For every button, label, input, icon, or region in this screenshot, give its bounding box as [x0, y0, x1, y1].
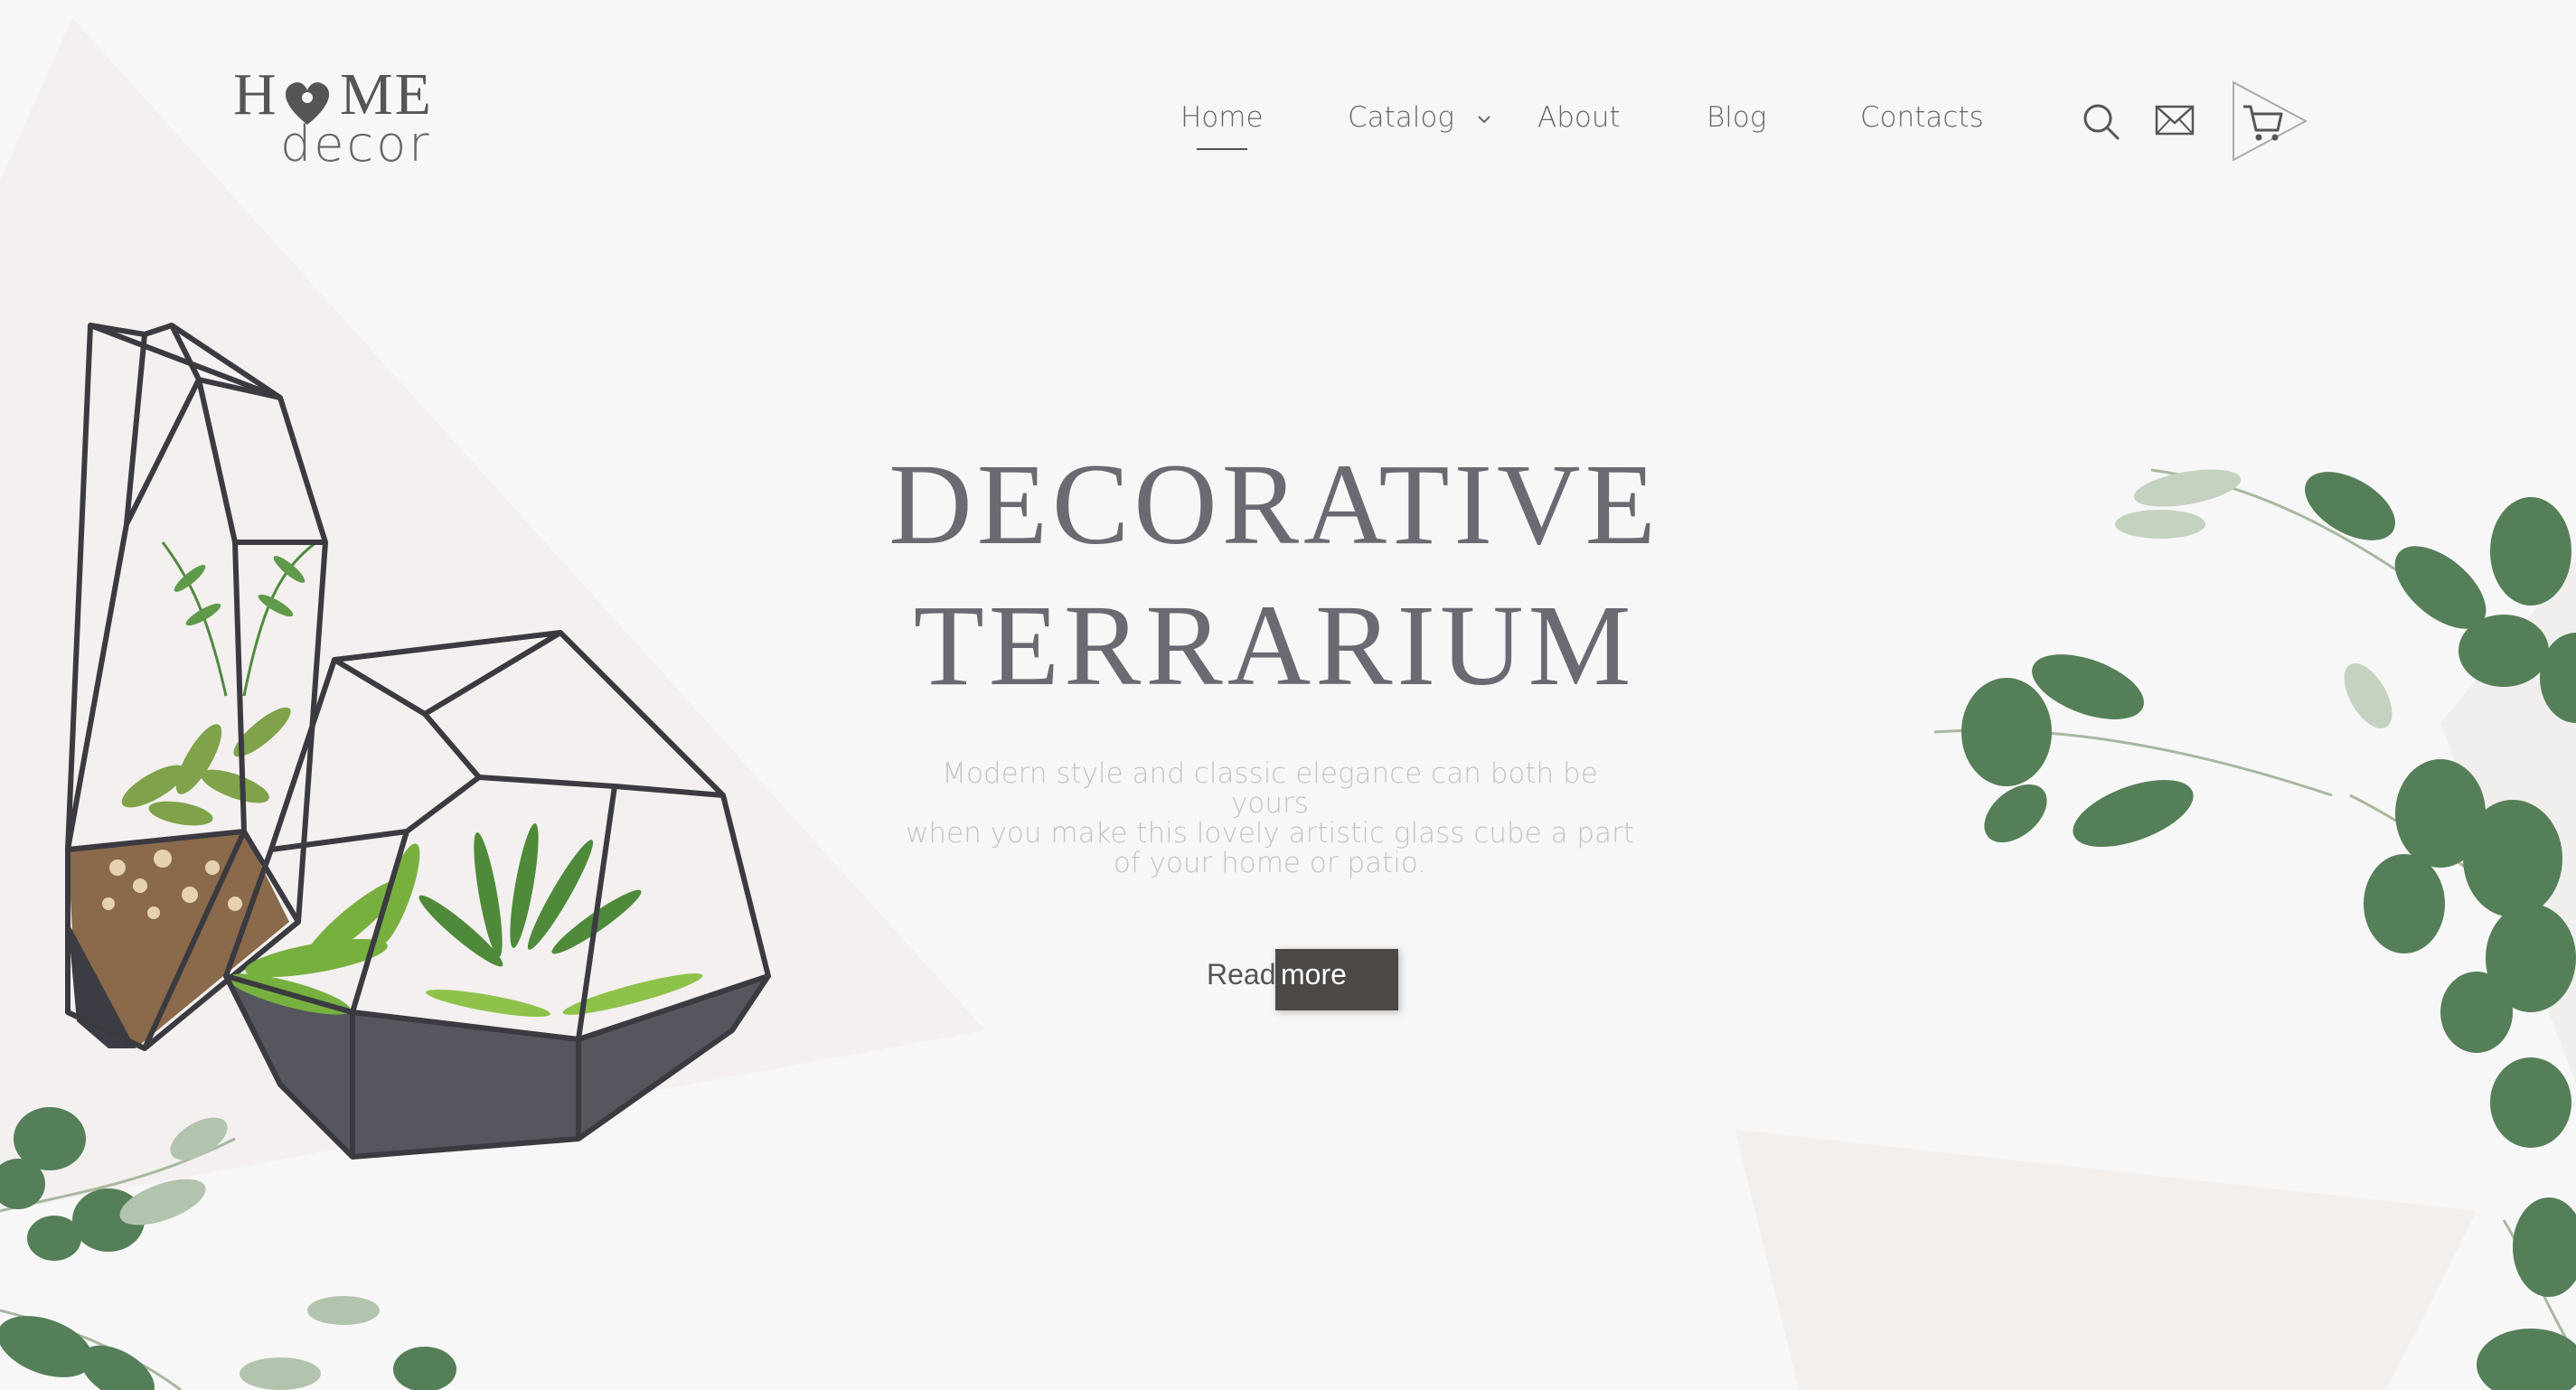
logo-letter-h: H — [233, 61, 278, 127]
nav-home-label: Home — [1180, 101, 1264, 134]
hero-title-line2: TERRARIUM — [913, 581, 1636, 709]
nav-contacts[interactable]: Contacts — [1860, 90, 1984, 145]
mail-icon[interactable] — [2155, 105, 2195, 136]
read-more-label-more: more — [1281, 958, 1347, 991]
hero-subtitle: Modern style and classic elegance can bo… — [904, 759, 1636, 878]
hero-subtitle-line3: of your home or patio. — [1113, 847, 1427, 879]
nav-home[interactable]: Home — [1180, 90, 1264, 150]
nav-about-label: About — [1537, 101, 1621, 134]
search-icon[interactable] — [2081, 101, 2122, 143]
nav-catalog[interactable]: Catalog — [1348, 90, 1492, 145]
page: H ME decor Home Catalog About Blog Conta… — [0, 0, 2576, 1390]
nav-contacts-label: Contacts — [1860, 101, 1984, 134]
terrarium-image — [65, 323, 771, 1160]
nav-blog[interactable]: Blog — [1706, 90, 1766, 145]
hero-subtitle-line1: Modern style and classic elegance can bo… — [942, 757, 1598, 820]
nav-blog-label: Blog — [1706, 101, 1767, 134]
logo[interactable]: H ME decor — [233, 65, 441, 174]
chevron-down-icon — [1478, 115, 1490, 123]
nav-about[interactable]: About — [1537, 90, 1621, 145]
nav-catalog-label: Catalog — [1348, 101, 1454, 134]
hero-title: DECORATIVE TERRARIUM — [813, 434, 1735, 716]
eucalyptus-leaves-left — [0, 1107, 456, 1390]
hero-title-line1: DECORATIVE — [888, 440, 1660, 568]
cart-icon[interactable] — [2231, 80, 2308, 163]
logo-decor: decor — [280, 116, 432, 173]
eucalyptus-leaves-right — [1933, 468, 2576, 1390]
active-underline — [1197, 148, 1247, 150]
hero-subtitle-line2: when you make this lovely artistic glass… — [906, 817, 1634, 850]
read-more-button[interactable]: Read more — [1202, 947, 1410, 1010]
read-more-label-read: Read — [1207, 958, 1276, 991]
